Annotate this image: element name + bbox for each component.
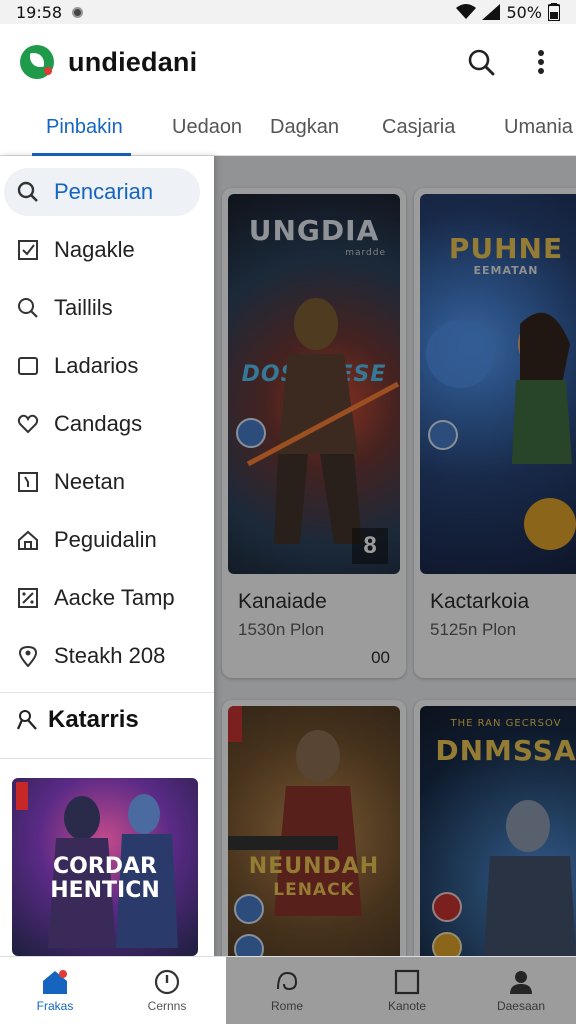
drawer-item-label: Steakh 208 [54, 643, 166, 668]
location-icon [16, 644, 40, 668]
drawer-item-label: Aacke Tamp [54, 585, 175, 610]
banner-title: CORDAR [52, 854, 158, 879]
drawer-item-pencarian[interactable]: Pencarian [4, 168, 200, 216]
drawer-item-steakh[interactable]: Steakh 208 [4, 632, 200, 680]
app-bar: undiedani [0, 24, 576, 100]
navigation-drawer: Pencarian Nagakle Taillils Ladarios Cand… [0, 156, 214, 1024]
home-icon [43, 970, 67, 994]
clock-icon [154, 969, 180, 995]
drawer-item-label: Ladarios [54, 353, 139, 378]
tab-bar: Pinbakin Uedaon Dagkan Casjaria Umania [0, 100, 576, 156]
status-indicators: 50% [456, 3, 560, 22]
tab-pinbakin[interactable]: Pinbakin [32, 100, 131, 156]
drawer-divider [0, 758, 214, 759]
status-bar: 19:58 50% [0, 0, 576, 24]
clock-square-icon [16, 470, 40, 494]
bottom-nav-scrim [226, 957, 576, 1024]
drawer-section-title: Katarris [16, 706, 139, 734]
drawer-item-candags[interactable]: Candags [4, 400, 200, 448]
more-vert-icon [538, 50, 544, 74]
drawer-item-label: Pencarian [54, 179, 154, 204]
drawer-item-nagakle[interactable]: Nagakle [4, 226, 200, 274]
tab-casjaria[interactable]: Casjaria [382, 100, 455, 156]
drawer-item-label: Nagakle [54, 237, 135, 262]
bottom-navigation: Frakas Cernns Rome Kanote Daesaan [0, 956, 576, 1024]
heart-icon [16, 412, 40, 436]
drawer-item-label: Neetan [54, 469, 125, 494]
app-logo-icon [20, 45, 54, 79]
signal-icon [482, 4, 501, 20]
banner-subtitle: HENTICN [50, 878, 160, 903]
drawer-item-peguidalin[interactable]: Peguidalin [4, 516, 200, 564]
drawer-divider [0, 692, 214, 693]
search-icon [16, 180, 40, 204]
nav-item-frakas[interactable]: Frakas [0, 957, 110, 1024]
drawer-item-label: Candags [54, 411, 143, 436]
nav-item-cernns[interactable]: Cernns [112, 957, 222, 1024]
drawer-item-label: Taillils [54, 295, 113, 320]
home-icon [16, 528, 40, 552]
person-icon [16, 710, 37, 730]
drawer-item-taillils[interactable]: Taillils [4, 284, 200, 332]
more-options-button[interactable] [526, 47, 556, 77]
status-time: 19:58 [16, 2, 63, 22]
tab-uedaon[interactable]: Uedaon [172, 100, 242, 156]
search-button[interactable] [466, 47, 496, 77]
wifi-icon [456, 4, 477, 19]
drawer-item-aacke-tamp[interactable]: Aacke Tamp [4, 574, 200, 622]
featured-banner[interactable]: CORDAR HENTICN [12, 778, 198, 956]
percent-square-icon [16, 586, 40, 610]
tab-umania[interactable]: Umania [504, 100, 573, 156]
app-title: undiedani [68, 46, 198, 77]
drawer-item-neetan[interactable]: Neetan [4, 458, 200, 506]
battery-percent: 50% [506, 2, 542, 22]
square-icon [16, 354, 40, 378]
drawer-section-label: Katarris [48, 706, 139, 733]
checkbox-icon [16, 238, 40, 262]
search-icon [468, 49, 495, 76]
search-icon [16, 296, 40, 320]
drawer-item-ladarios[interactable]: Ladarios [4, 342, 200, 390]
tab-dagkan[interactable]: Dagkan [270, 100, 339, 156]
battery-icon [548, 3, 560, 21]
drawer-item-label: Peguidalin [54, 527, 157, 552]
notification-dot-icon [72, 6, 84, 18]
